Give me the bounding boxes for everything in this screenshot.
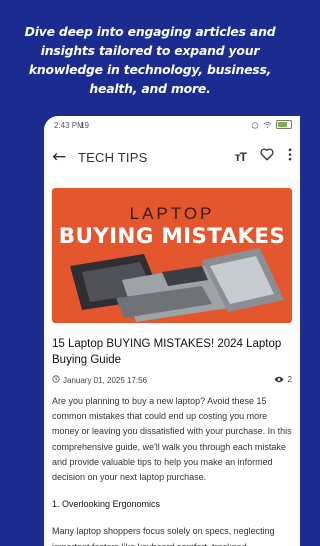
view-count-value: 2 — [287, 375, 292, 384]
article-title: 15 Laptop BUYING MISTAKES! 2024 Laptop B… — [52, 338, 282, 366]
text-size-icon[interactable]: тT — [235, 149, 247, 165]
battery-icon — [276, 120, 292, 129]
article-body: Are you planning to buy a new laptop? Av… — [52, 394, 292, 546]
article-date: January 01, 2025 17:56 — [63, 376, 148, 385]
article-paragraph: Are you planning to buy a new laptop? Av… — [52, 396, 292, 483]
phone-screen: 2:43 PM 19 ← TECH TIPS тT LAPTOP BUYING … — [44, 116, 300, 546]
article-hero-image: LAPTOP BUYING MISTAKES — [52, 188, 292, 323]
view-count: 2 — [273, 375, 292, 384]
eye-icon — [273, 376, 284, 383]
promo-line: health, and more. — [89, 81, 211, 96]
alarm-icon — [251, 121, 259, 129]
app-bar: ← TECH TIPS тT — [44, 142, 300, 172]
page-title: TECH TIPS — [78, 150, 148, 165]
article-paragraph: Many laptop shoppers focus solely on spe… — [52, 526, 275, 546]
heart-icon[interactable] — [260, 148, 274, 165]
promo-text: Dive deep into engaging articles and ins… — [0, 22, 300, 98]
laptops-illustration — [70, 248, 284, 322]
appbar-actions: тT — [235, 148, 292, 165]
back-arrow-icon[interactable]: ← — [52, 148, 66, 166]
status-bar: 2:43 PM 19 — [44, 116, 300, 136]
promo-line: Dive deep into engaging articles and — [24, 24, 276, 39]
section-heading: 1. Overlooking Ergonomics — [52, 499, 161, 510]
more-vert-icon[interactable] — [288, 148, 292, 165]
clock-icon — [52, 375, 60, 383]
promo-line: knowledge in technology, business, — [28, 62, 272, 77]
article-meta: January 01, 2025 17:56 2 — [52, 374, 292, 388]
status-indicator: 19 — [80, 121, 89, 130]
wifi-icon — [263, 121, 272, 128]
promo-line: insights tailored to expand your — [40, 43, 260, 58]
status-icons — [251, 120, 292, 129]
